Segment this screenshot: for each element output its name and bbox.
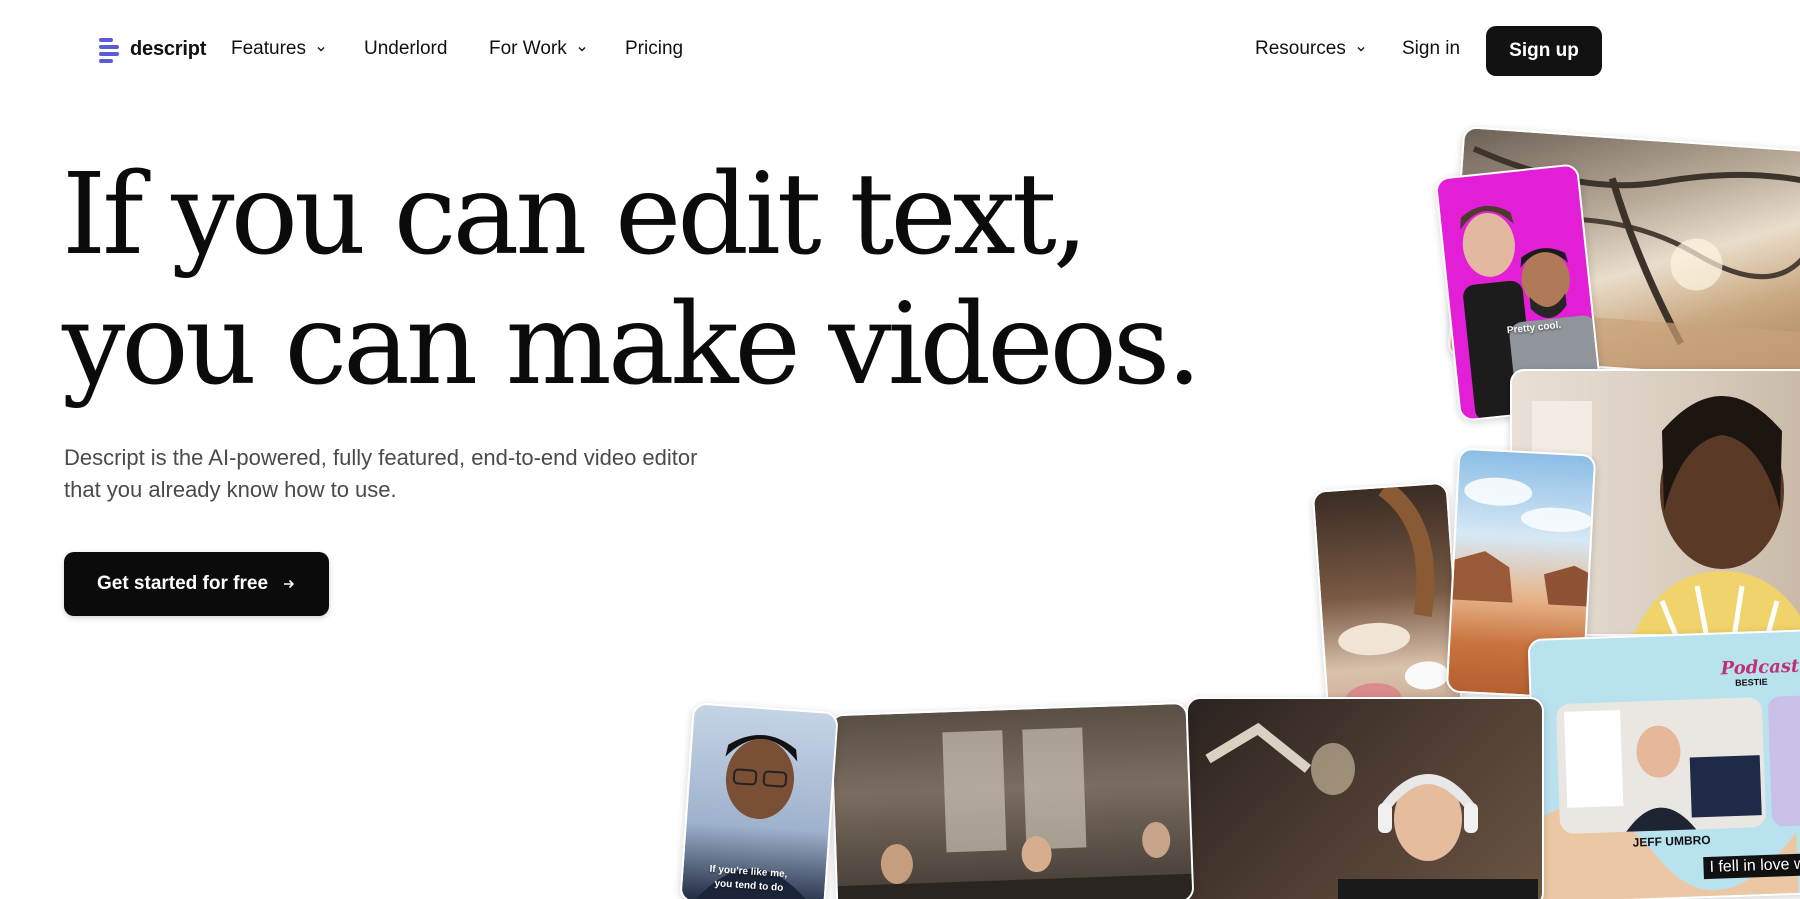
nav-resources-label: Resources	[1255, 38, 1346, 59]
sign-up-button[interactable]: Sign up	[1486, 26, 1602, 76]
nav-underlord-label: Underlord	[364, 38, 448, 59]
sign-in-label: Sign in	[1402, 38, 1461, 59]
podcast-logo: Podcast	[1720, 655, 1800, 680]
video-tile-podcast[interactable]: Podcast BESTIE JEFF UMBRO I fell in love…	[1527, 629, 1800, 899]
video-tile-talking-man[interactable]: If you're like me, you tend to do	[679, 702, 839, 899]
brand-logo[interactable]: descript	[99, 36, 207, 63]
podcast-logo-sub: BESTIE	[1734, 676, 1768, 688]
nav-features[interactable]: Features	[231, 38, 326, 60]
hero-headline-line-2: you can make videos.	[62, 280, 1202, 410]
chevron-down-icon	[578, 47, 586, 52]
chevron-down-icon	[317, 47, 325, 52]
sign-in-link[interactable]: Sign in	[1402, 38, 1460, 60]
get-started-button[interactable]: Get started for free	[64, 552, 329, 616]
nav-for-work-label: For Work	[489, 38, 567, 59]
nav-for-work[interactable]: For Work	[489, 38, 587, 60]
nav-features-label: Features	[231, 38, 306, 59]
hero-subtitle-line-2: that you already know how to use.	[64, 477, 397, 502]
nav-underlord[interactable]: Underlord	[364, 38, 447, 60]
nav-resources[interactable]: Resources	[1255, 38, 1366, 60]
nav-pricing-label: Pricing	[625, 38, 684, 59]
video-tile-studio[interactable]	[829, 701, 1195, 899]
arrow-right-icon	[284, 579, 295, 589]
brand-name: descript	[130, 37, 207, 60]
get-started-label: Get started for free	[96, 573, 269, 594]
descript-logo-icon	[99, 36, 121, 63]
caption-fell-in-love: I fell in love w	[1703, 853, 1800, 880]
top-navigation: descript Features Underlord For Work Pri…	[0, 0, 1800, 102]
studio-group-image	[837, 727, 1195, 899]
nav-pricing[interactable]: Pricing	[625, 38, 683, 60]
hero-headline-line-1: If you can edit text,	[62, 150, 1088, 280]
video-tile-headphones[interactable]	[1186, 697, 1544, 899]
hero-subtitle: Descript is the AI-powered, fully featur…	[64, 442, 784, 506]
hero-subtitle-line-1: Descript is the AI-powered, fully featur…	[64, 445, 698, 470]
woman-headphones-image	[1205, 722, 1538, 899]
chevron-down-icon	[1357, 47, 1365, 52]
caption-jeff-umbro: JEFF UMBRO	[1632, 832, 1711, 850]
hero-headline: If you can edit text, you can make video…	[62, 150, 1202, 410]
